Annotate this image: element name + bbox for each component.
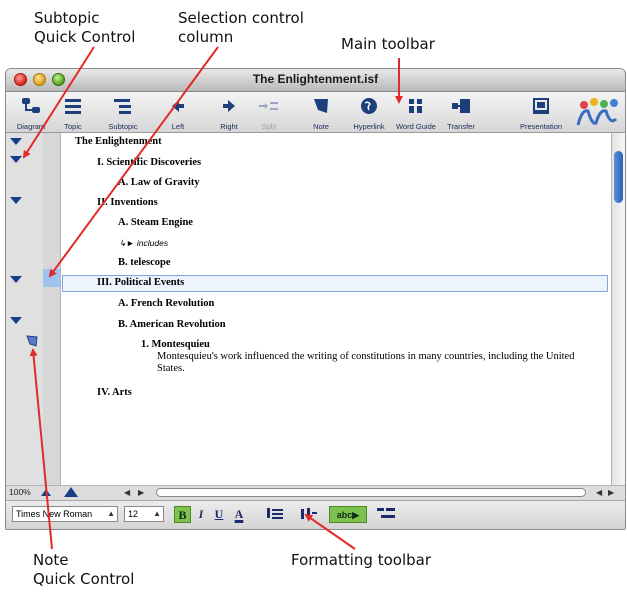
transfer-icon bbox=[452, 99, 470, 113]
vertical-scroll-thumb[interactable] bbox=[614, 151, 623, 203]
link-arrow-icon: ↳► bbox=[119, 238, 137, 248]
link-label: includes bbox=[136, 238, 169, 248]
callout-main-toolbar: Main toolbar bbox=[341, 35, 435, 54]
split-icon bbox=[259, 102, 278, 110]
callout-line: Subtopic bbox=[34, 9, 100, 27]
collapse-arrow-icon[interactable] bbox=[10, 317, 22, 324]
outline-root-title[interactable]: The Enlightenment bbox=[75, 136, 162, 147]
subtopic-icon bbox=[114, 99, 131, 114]
callout-subtopic-quick-control: Subtopic Quick Control bbox=[34, 9, 135, 47]
app-window: The Enlightenment.isf Diagram Topic Subt… bbox=[5, 68, 626, 530]
play-icon: ▶ bbox=[352, 510, 360, 520]
outline-topic[interactable]: IV. Arts bbox=[97, 387, 132, 398]
split-button[interactable]: Split bbox=[244, 94, 294, 132]
right-arrow-icon bbox=[223, 100, 235, 112]
outline-topic-selected[interactable]: III. Political Events bbox=[97, 277, 184, 288]
underline-button[interactable]: U bbox=[212, 506, 226, 523]
globe-icon bbox=[361, 98, 377, 114]
subtopic-quick-control-icon[interactable] bbox=[10, 156, 22, 163]
italic-button[interactable]: I bbox=[194, 506, 208, 523]
callout-selection-control-column: Selection control column bbox=[178, 9, 304, 47]
outline-note[interactable]: Montesquieu's work influenced the writin… bbox=[157, 351, 597, 375]
outdent-icon bbox=[301, 508, 317, 519]
outline-style-button[interactable] bbox=[374, 506, 398, 523]
collapse-arrow-icon[interactable] bbox=[10, 138, 22, 145]
app-logo bbox=[572, 95, 624, 129]
outline-subtopic[interactable]: A. Law of Gravity bbox=[118, 177, 200, 188]
decrease-indent-button[interactable] bbox=[264, 506, 286, 523]
collapse-arrow-icon[interactable] bbox=[10, 197, 22, 204]
callout-line: Note bbox=[33, 551, 69, 569]
presentation-icon bbox=[533, 98, 549, 114]
callout-note-quick-control: Note Quick Control bbox=[33, 551, 134, 589]
callout-formatting-toolbar: Formatting toolbar bbox=[291, 551, 431, 570]
dropdown-arrow-icon: ▲ bbox=[107, 509, 115, 518]
zoom-out-icon[interactable] bbox=[41, 489, 51, 496]
dropdown-arrow-icon: ▲ bbox=[153, 509, 161, 518]
scroll-right-button-end[interactable]: ▶ bbox=[608, 488, 614, 497]
presentation-button[interactable]: Presentation bbox=[516, 94, 566, 132]
callout-line: column bbox=[178, 28, 234, 46]
main-toolbar: Diagram Topic Subtopic Left Right Split … bbox=[6, 92, 625, 133]
subtopic-button[interactable]: Subtopic bbox=[98, 94, 148, 132]
topic-icon bbox=[65, 99, 81, 114]
formatting-toolbar: Times New Roman ▲ 12 ▲ B I U A abc▶ bbox=[6, 500, 625, 529]
outline-topic[interactable]: II. Inventions bbox=[97, 197, 158, 208]
zoom-level[interactable]: 100% bbox=[9, 487, 31, 497]
selection-control-column[interactable] bbox=[43, 133, 60, 485]
note-quick-control-icon[interactable] bbox=[25, 333, 39, 352]
font-size-value: 12 bbox=[128, 509, 139, 519]
outline-subtopic[interactable]: B. American Revolution bbox=[118, 319, 226, 330]
callout-line: Main toolbar bbox=[341, 35, 435, 53]
text-style-button[interactable]: abc▶ bbox=[329, 506, 367, 523]
vertical-scrollbar[interactable] bbox=[611, 133, 625, 485]
font-size-select[interactable]: 12 ▲ bbox=[124, 506, 164, 522]
horizontal-scrollbar[interactable] bbox=[156, 488, 586, 497]
callout-line: Formatting toolbar bbox=[291, 551, 431, 569]
left-arrow-icon bbox=[172, 100, 184, 112]
transfer-button[interactable]: Transfer bbox=[436, 94, 486, 132]
toolbar-button-label: Transfer bbox=[447, 122, 475, 131]
outline-subsubtopic[interactable]: 1. Montesquieu bbox=[141, 339, 210, 350]
callout-line: Quick Control bbox=[33, 570, 135, 588]
outline-link[interactable]: ↳► includes bbox=[119, 238, 168, 249]
outline-document[interactable]: The Enlightenment I. Scientific Discover… bbox=[61, 133, 611, 485]
title-bar[interactable]: The Enlightenment.isf bbox=[6, 69, 625, 92]
font-family-value: Times New Roman bbox=[16, 509, 93, 519]
increase-indent-button[interactable] bbox=[298, 506, 320, 523]
outline-subtopic[interactable]: A. Steam Engine bbox=[118, 217, 193, 228]
zoom-in-icon[interactable] bbox=[64, 487, 78, 497]
selection-control-cell-selected[interactable] bbox=[43, 269, 60, 287]
text-style-label: abc bbox=[336, 510, 353, 520]
outline-style-icon bbox=[377, 508, 395, 518]
text-color-button[interactable]: A bbox=[232, 506, 246, 523]
status-bar: 100% ◀ ▶ ◀ ▶ bbox=[6, 485, 625, 500]
outline-topic[interactable]: I. Scientific Discoveries bbox=[97, 157, 201, 168]
scroll-left-button-end[interactable]: ◀ bbox=[596, 488, 602, 497]
outline-subtopic[interactable]: B. telescope bbox=[118, 257, 171, 268]
callout-line: Selection control bbox=[178, 9, 304, 27]
window-title: The Enlightenment.isf bbox=[252, 72, 379, 86]
font-family-select[interactable]: Times New Roman ▲ bbox=[12, 506, 118, 522]
scroll-right-button[interactable]: ▶ bbox=[138, 488, 144, 497]
toolbar-button-label: Presentation bbox=[519, 122, 563, 131]
note-icon bbox=[314, 99, 328, 113]
outline-subtopic[interactable]: A. French Revolution bbox=[118, 298, 214, 309]
bold-button[interactable]: B bbox=[174, 506, 191, 523]
word-guide-icon bbox=[409, 99, 422, 113]
indent-icon bbox=[267, 508, 283, 519]
collapse-arrow-icon[interactable] bbox=[10, 276, 22, 283]
scroll-left-button[interactable]: ◀ bbox=[124, 488, 130, 497]
callout-line: Quick Control bbox=[34, 28, 136, 46]
diagram-icon bbox=[22, 98, 40, 113]
